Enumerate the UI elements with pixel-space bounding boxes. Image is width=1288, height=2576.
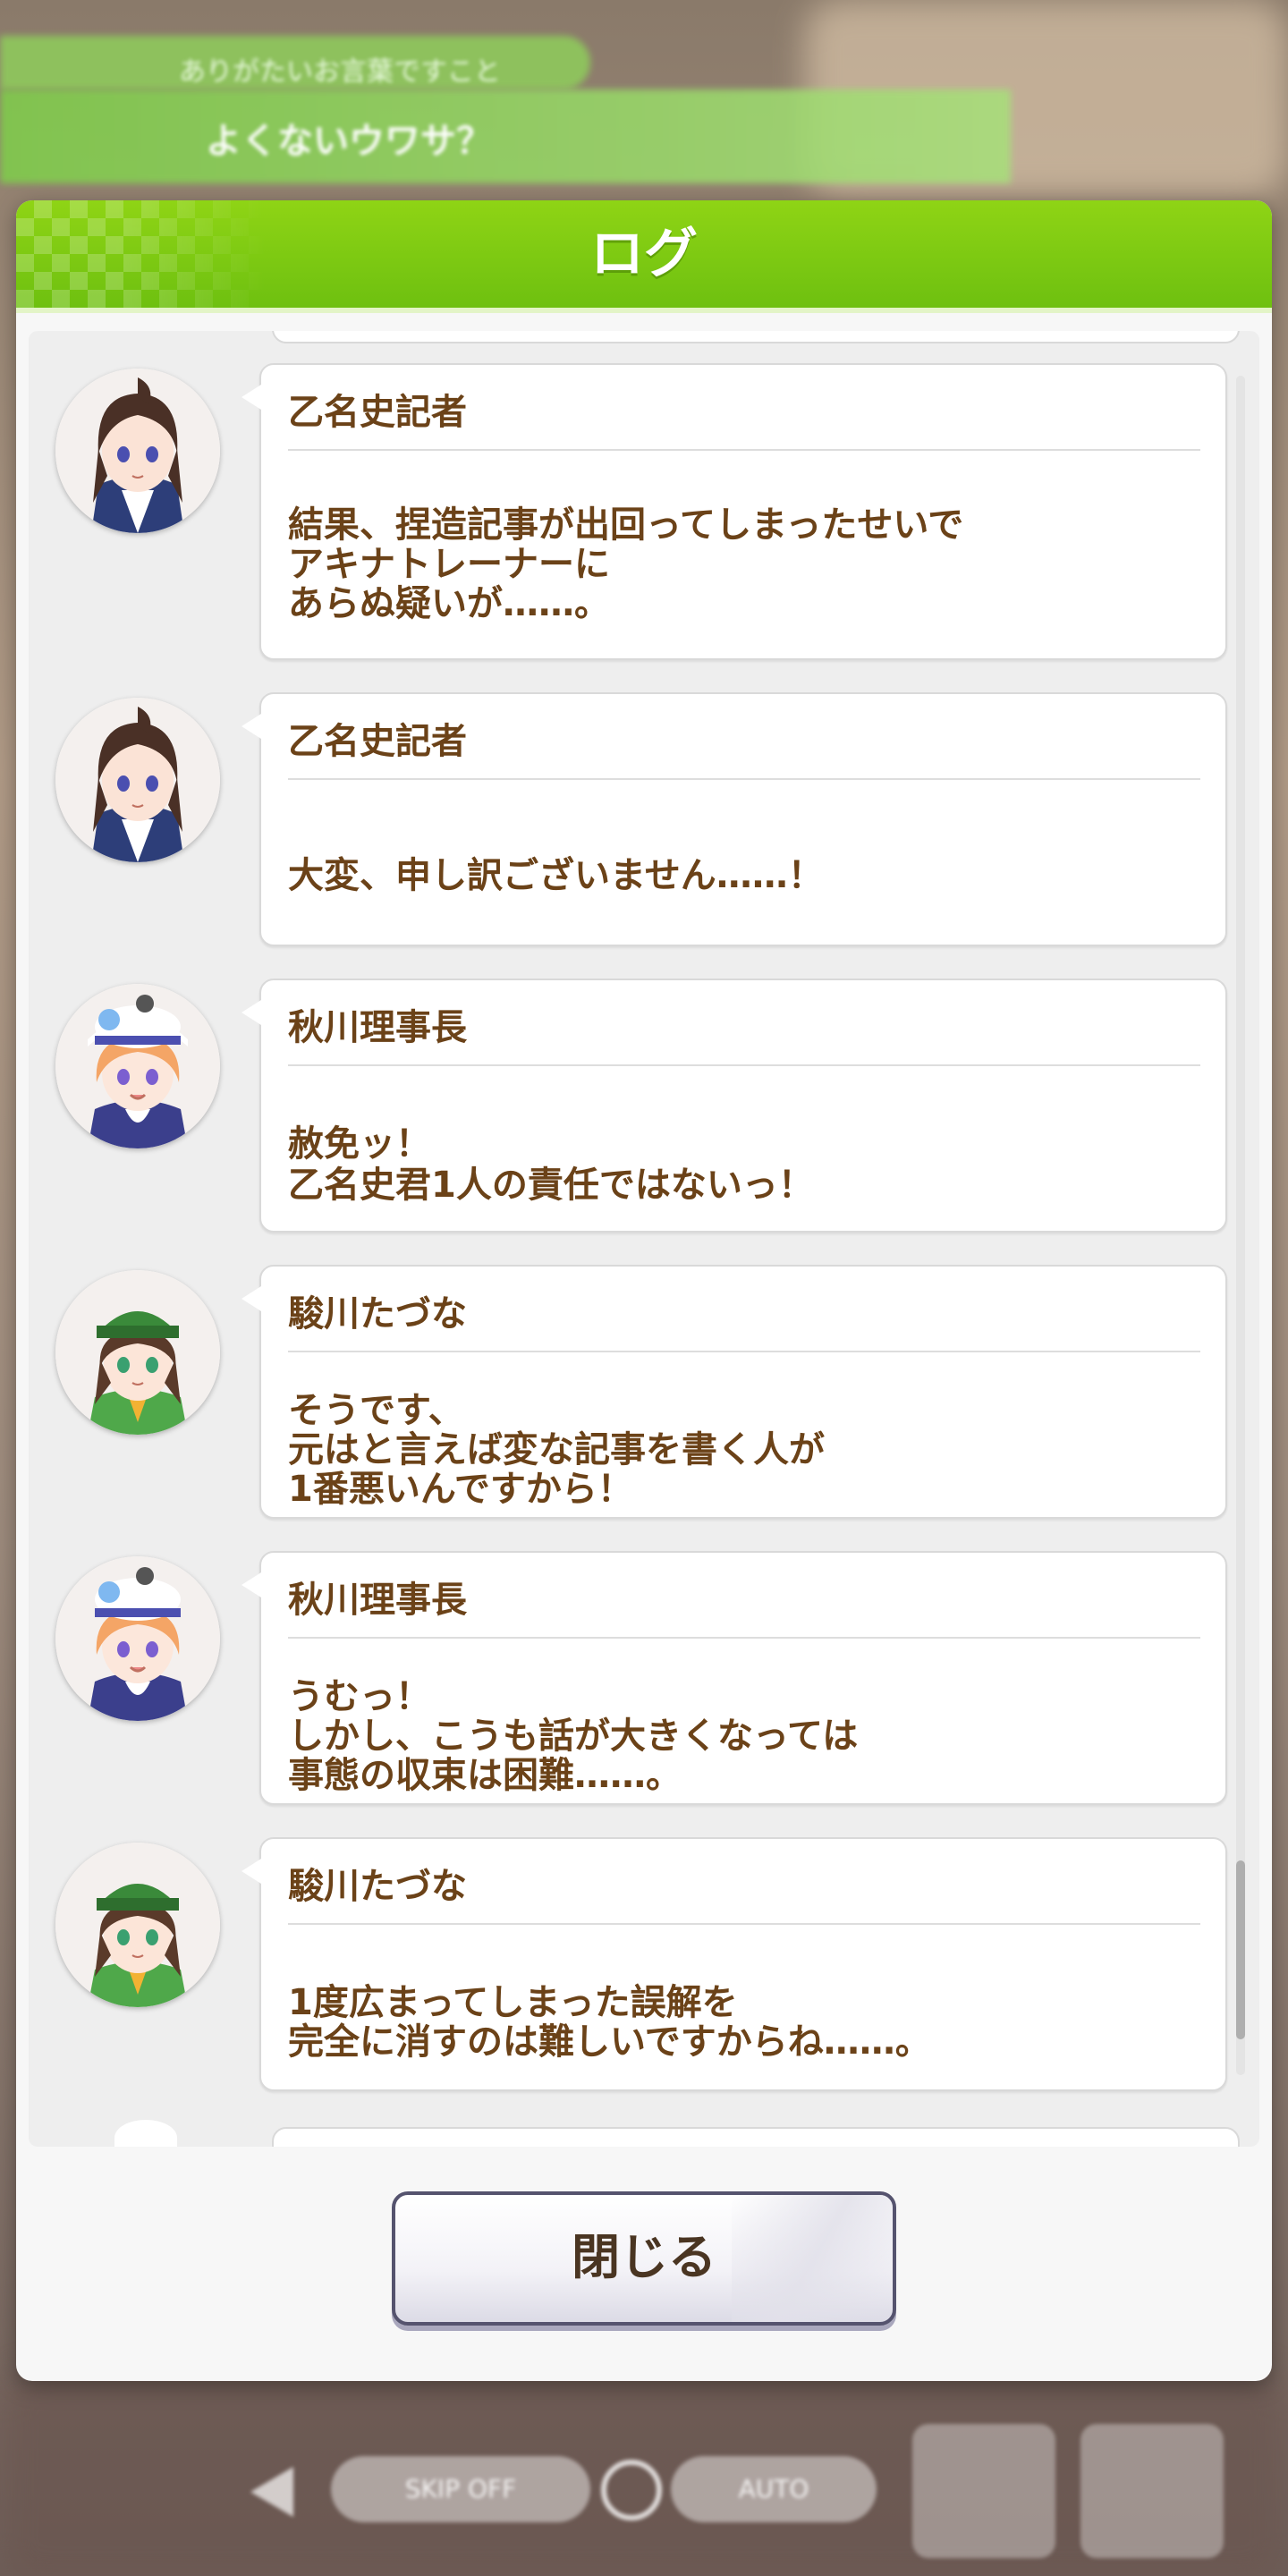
log-list[interactable]: 乙名史記者 結果、捏造記事が出回ってしまったせいで アキナトレーナーに あらぬ疑… (29, 331, 1259, 2147)
partial-log-bubble-bottom (272, 2127, 1240, 2147)
speaker-name: 駿川たづな (288, 1866, 467, 1907)
log-bubble: 駿川たづな そうです、 元はと言えば変な記事を書く人が 1番悪いんですから！ (242, 1265, 1227, 1519)
dialogue-line: あらぬ疑いが……。 (288, 583, 610, 624)
modal-title: ログ (590, 223, 698, 285)
dialogue-line: 1番悪いんですから！ (288, 1469, 633, 1510)
log-bubble: 秋川理事長 うむっ！ しかし、こうも話が大きくなっては 事態の収束は困難……。 (242, 1551, 1227, 1805)
log-bubble: 乙名史記者 大変、申し訳ございません……！ (242, 692, 1227, 946)
scrollbar-track[interactable] (1236, 376, 1245, 2075)
background-banner-small-text: ありがたいお言葉ですこと (179, 56, 501, 88)
log-bubble: 乙名史記者 結果、捏造記事が出回ってしまったせいで アキナトレーナーに あらぬ疑… (242, 363, 1227, 660)
speaker-name: 駿川たづな (288, 1293, 467, 1335)
partial-avatar (114, 2120, 177, 2147)
log-button[interactable] (912, 2424, 1055, 2558)
background-banner-main-text: よくないウワサ？ (206, 121, 492, 162)
otonashi-avatar (55, 698, 220, 862)
back-icon[interactable] (250, 2467, 293, 2517)
close-button[interactable]: 閉じる (392, 2191, 896, 2326)
divider (288, 1351, 1200, 1352)
divider (288, 778, 1200, 780)
dialogue-line: 大変、申し訳ございません……！ (288, 855, 824, 896)
log-bubble: 駿川たづな 1度広まってしまった誤解を 完全に消すのは難しいですからね……。 (242, 1837, 1227, 2091)
hayakawa-avatar (55, 1270, 220, 1435)
dialogue-line: 乙名史君1人の責任ではないっ！ (288, 1165, 814, 1206)
speaker-name: 乙名史記者 (288, 392, 467, 433)
close-button-label: 閉じる (572, 2229, 716, 2285)
divider (288, 449, 1200, 451)
auto-toggle-icon[interactable] (601, 2460, 662, 2521)
otonashi-avatar (55, 369, 220, 533)
speaker-name: 秋川理事長 (288, 1007, 467, 1048)
skip-toggle[interactable]: SKIP OFF (331, 2456, 590, 2522)
log-bubble: 秋川理事長 赦免ッ！ 乙名史君1人の責任ではないっ！ (242, 979, 1227, 1233)
divider (288, 1637, 1200, 1639)
scrollbar-thumb[interactable] (1236, 1860, 1245, 2039)
bottom-hud: SKIP OFF AUTO (0, 2406, 1288, 2576)
modal-header: ログ (16, 200, 1272, 313)
speaker-name: 秋川理事長 (288, 1580, 467, 1621)
partial-log-bubble-top (272, 331, 1240, 343)
dialogue-line: 完全に消すのは難しいですからね……。 (288, 2021, 931, 2063)
divider (288, 1923, 1200, 1925)
speaker-name: 乙名史記者 (288, 721, 467, 762)
hayakawa-avatar (55, 1843, 220, 2007)
akikawa-avatar (55, 1556, 220, 1721)
log-modal: ログ 乙名史記者 結果、捏造記事が出回ってしまったせいで アキナトレーナーに あ… (16, 200, 1272, 2381)
akikawa-avatar (55, 984, 220, 1148)
background-banner-main (0, 89, 1011, 183)
dialogue-line: 事態の収束は困難……。 (288, 1755, 682, 1796)
auto-toggle[interactable]: AUTO (671, 2456, 877, 2522)
divider (288, 1064, 1200, 1066)
menu-button[interactable] (1080, 2424, 1224, 2558)
